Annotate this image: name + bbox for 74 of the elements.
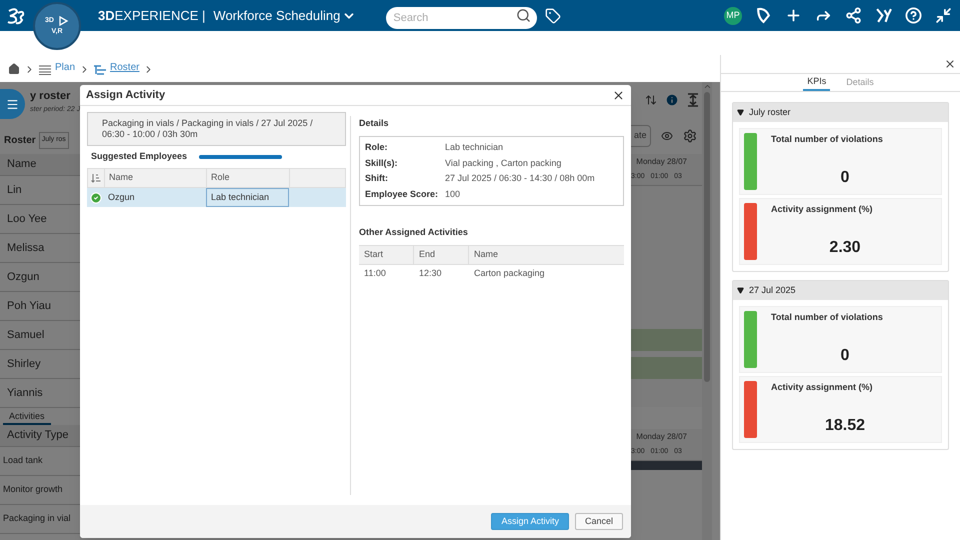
kpi-value: 0 xyxy=(840,168,850,188)
play-icon xyxy=(56,14,69,27)
menu-button[interactable] xyxy=(0,89,25,119)
collapse-caret-icon[interactable] xyxy=(737,109,744,116)
close-icon[interactable] xyxy=(612,88,625,102)
detail-value: Lab technician xyxy=(445,141,504,154)
avatar[interactable]: MP xyxy=(724,6,742,24)
hierarchy-icon xyxy=(94,65,106,75)
collapse-icon[interactable] xyxy=(935,7,952,24)
activity-summary: Packaging in vials / Packaging in vials / 27 Jul 2025 / 06:30 - 10:00 / 03h 30m xyxy=(87,112,346,146)
roster-title: y roster xyxy=(30,89,72,104)
detail-value: 27 Jul 2025 / 06:30 - 14:30 / 08h 00m xyxy=(445,172,595,185)
dialog-title: Assign Activity xyxy=(86,88,166,103)
home-icon[interactable] xyxy=(8,63,20,75)
roster-label: Roster xyxy=(4,134,36,148)
app-menu[interactable]: Workforce Scheduling xyxy=(213,6,356,26)
table-cell-text: Carton packaging xyxy=(473,267,546,280)
kpi-value: 18.52 xyxy=(824,416,866,436)
kpi-title: Total number of violations xyxy=(770,311,884,324)
column-header: Role xyxy=(207,169,290,187)
brand-name: 3DEXPERIENCE | xyxy=(98,6,206,25)
close-icon[interactable] xyxy=(944,58,956,70)
day-header: Monday 28/07 xyxy=(636,156,687,168)
info-icon[interactable] xyxy=(665,93,679,107)
employee-row[interactable]: Ozgun Lab technician xyxy=(87,188,346,207)
detail-value: 100 xyxy=(445,188,460,200)
detail-value: Vial packing , Carton packing xyxy=(445,156,562,170)
column-header: Activity Type xyxy=(0,425,80,447)
detail-label: Employee Score: xyxy=(365,188,440,201)
column-header: Name xyxy=(473,248,500,261)
collapse-caret-icon[interactable] xyxy=(737,287,744,294)
section-label: Other Assigned Activities xyxy=(359,226,469,239)
column-header: Start xyxy=(359,246,414,264)
kpi-title: Activity assignment (%) xyxy=(770,203,874,216)
help-icon[interactable] xyxy=(905,7,922,24)
network-icon[interactable] xyxy=(845,7,862,24)
sort-icon[interactable] xyxy=(91,173,101,183)
menu-icon xyxy=(6,98,19,110)
breadcrumb-link[interactable]: Roster xyxy=(110,60,140,75)
cancel-button[interactable]: Cancel xyxy=(574,513,623,530)
panel-tab[interactable]: Details xyxy=(842,74,878,91)
assign-button[interactable]: Assign Activity xyxy=(491,513,569,530)
kpi-title: Total number of violations xyxy=(770,133,884,146)
detail-label: Skill(s): xyxy=(365,156,399,170)
scroll-up-icon[interactable] xyxy=(702,82,712,91)
eye-icon[interactable] xyxy=(660,130,673,142)
kpi-title: Activity assignment (%) xyxy=(770,381,874,394)
gear-icon[interactable] xyxy=(682,129,697,143)
column-header: Name xyxy=(0,154,80,176)
column-header: Name xyxy=(105,169,207,187)
tag-icon[interactable] xyxy=(545,8,562,24)
breadcrumb-link[interactable]: Plan xyxy=(55,60,76,75)
logo-icon[interactable] xyxy=(6,6,26,24)
panel-tab[interactable]: KPIs xyxy=(803,74,830,91)
expand-rows-icon[interactable] xyxy=(687,93,699,107)
kpi-value: 0 xyxy=(840,346,850,366)
plus-icon[interactable] xyxy=(785,7,802,24)
table-cell: Lab technician xyxy=(206,188,289,207)
table-cell-text: 12:30 xyxy=(418,267,443,280)
kpi-value: 2.30 xyxy=(828,238,862,258)
section-label: Details xyxy=(359,117,390,130)
detail-label: Role: xyxy=(365,141,388,154)
day-header: Monday 28/07 xyxy=(636,431,687,443)
section-label: Suggested Employees xyxy=(91,150,188,164)
search-field[interactable]: Search xyxy=(386,6,538,28)
column-header: End xyxy=(414,246,469,264)
search-icon[interactable] xyxy=(516,8,532,22)
table-cell-text: Ozgun xyxy=(107,190,136,204)
group-title: 27 Jul 2025 xyxy=(749,284,796,297)
group-title: July roster xyxy=(749,106,791,119)
detail-label: Shift: xyxy=(365,172,389,185)
list-icon xyxy=(39,65,51,75)
sort-icon[interactable] xyxy=(645,94,657,106)
table-cell-text: 11:00 xyxy=(363,267,387,280)
